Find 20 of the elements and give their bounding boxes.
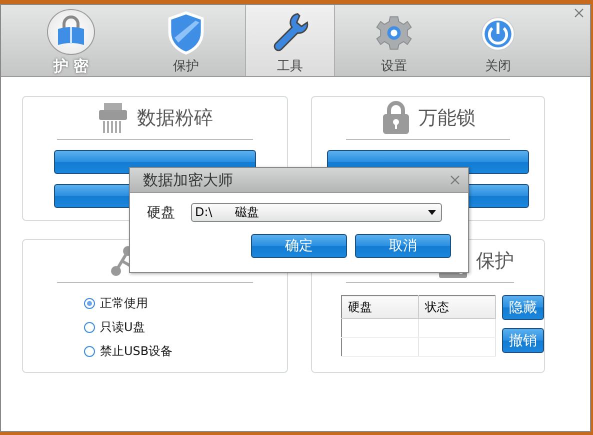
- column-header: 状态: [418, 296, 496, 318]
- tab[interactable]: 设置: [349, 5, 439, 76]
- card-title: 保护: [476, 249, 514, 274]
- radio-option[interactable]: 正常使用: [84, 295, 287, 312]
- logo-label: 护 密: [53, 57, 89, 76]
- dialog-title: 数据加密大师: [143, 170, 233, 190]
- card-title: 数据粉碎: [137, 106, 213, 131]
- disk-dropdown[interactable]: D:\ 磁盘: [191, 203, 442, 222]
- radio-option[interactable]: 禁止USB设备: [84, 343, 287, 360]
- side-button[interactable]: 撤销: [502, 328, 544, 353]
- radio-option[interactable]: 只读U盘: [84, 319, 287, 336]
- card-title: 万能锁: [418, 106, 476, 131]
- tab[interactable]: 保护: [141, 5, 231, 76]
- side-button[interactable]: 隐藏: [502, 295, 544, 320]
- column-header: 硬盘: [342, 296, 418, 318]
- dialog-button[interactable]: 确定: [251, 234, 347, 258]
- dialog-button[interactable]: 取消: [355, 234, 451, 258]
- field-label: 硬盘: [147, 204, 175, 222]
- tab[interactable]: 关闭: [453, 5, 543, 76]
- tab[interactable]: 工具: [245, 5, 335, 76]
